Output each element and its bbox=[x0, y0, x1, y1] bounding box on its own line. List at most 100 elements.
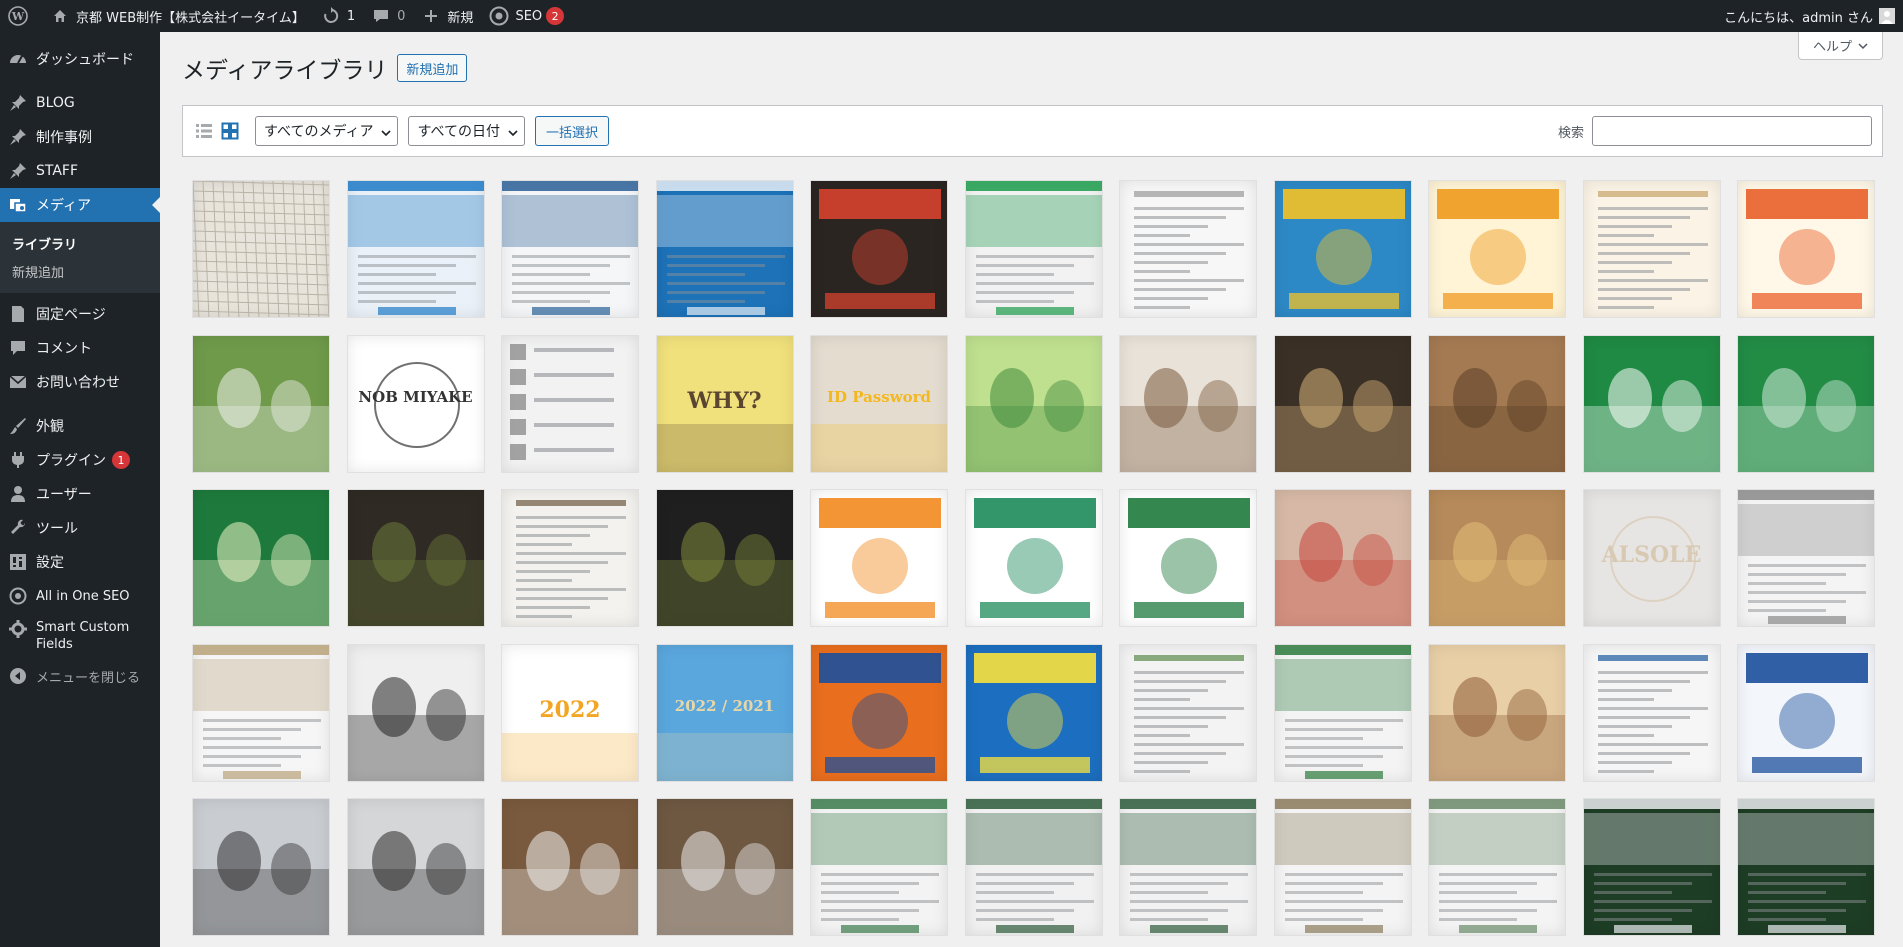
sidebar-item-smart-custom-fields[interactable]: Smart Custom Fields bbox=[0, 613, 160, 659]
media-item[interactable] bbox=[1119, 798, 1257, 936]
media-item[interactable] bbox=[501, 334, 639, 473]
media-item[interactable] bbox=[810, 180, 948, 318]
media-item[interactable] bbox=[1582, 798, 1721, 936]
media-type-filter[interactable]: すべてのメディア bbox=[255, 116, 399, 146]
media-item[interactable]: NOB MIYAKE bbox=[346, 334, 485, 473]
media-item[interactable] bbox=[964, 334, 1103, 473]
media-item[interactable]: ALSOLE bbox=[1582, 489, 1721, 627]
submenu-item-add-new[interactable]: 新規追加 bbox=[0, 257, 160, 285]
media-item[interactable] bbox=[192, 798, 330, 936]
media-thumbnail bbox=[811, 799, 947, 933]
media-item[interactable] bbox=[346, 180, 485, 318]
sidebar-item-pages[interactable]: 固定ページ bbox=[0, 297, 160, 331]
sidebar-item-staff[interactable]: STAFF bbox=[0, 154, 160, 188]
plugins-update-badge: 1 bbox=[112, 451, 130, 469]
collapse-menu-button[interactable]: メニューを閉じる bbox=[0, 659, 160, 693]
media-item[interactable] bbox=[1273, 334, 1412, 473]
seo-menu-link[interactable]: SEO 2 bbox=[481, 0, 572, 32]
media-item[interactable] bbox=[810, 798, 948, 936]
media-item[interactable] bbox=[192, 489, 330, 627]
avatar[interactable] bbox=[1879, 8, 1895, 24]
media-item[interactable] bbox=[964, 643, 1103, 782]
media-item[interactable] bbox=[346, 489, 485, 627]
media-item[interactable] bbox=[1737, 798, 1875, 936]
media-item[interactable] bbox=[346, 798, 485, 936]
help-label: ヘルプ bbox=[1812, 40, 1852, 55]
media-item[interactable] bbox=[1273, 643, 1412, 782]
sidebar-item-label: 設定 bbox=[36, 555, 64, 571]
media-toolbar: すべてのメディア すべての日付 一括選択 検索 bbox=[182, 105, 1883, 157]
media-item[interactable] bbox=[1428, 334, 1566, 473]
media-item[interactable] bbox=[810, 643, 948, 782]
media-item[interactable] bbox=[1428, 643, 1566, 782]
media-item[interactable] bbox=[192, 643, 330, 782]
media-thumbnail bbox=[1429, 676, 1565, 781]
media-item[interactable] bbox=[1737, 643, 1875, 782]
media-thumbnail-text: ID Password bbox=[826, 387, 932, 406]
sidebar-item-dashboard[interactable]: ダッシュボード bbox=[0, 42, 160, 76]
media-item[interactable] bbox=[501, 489, 639, 627]
media-item[interactable] bbox=[1582, 334, 1721, 473]
media-item[interactable] bbox=[501, 180, 639, 318]
media-item[interactable] bbox=[1119, 180, 1257, 318]
media-item[interactable] bbox=[501, 798, 639, 936]
help-button[interactable]: ヘルプ bbox=[1797, 32, 1883, 60]
media-item[interactable] bbox=[1273, 489, 1412, 627]
media-item[interactable] bbox=[1737, 489, 1875, 627]
media-item[interactable] bbox=[192, 180, 330, 318]
media-item[interactable] bbox=[1119, 643, 1257, 782]
media-item[interactable] bbox=[1119, 489, 1257, 627]
media-thumbnail bbox=[347, 181, 484, 315]
media-item[interactable]: WHY? bbox=[655, 334, 794, 473]
media-item[interactable] bbox=[810, 489, 948, 627]
media-item[interactable] bbox=[964, 180, 1103, 318]
media-thumbnail bbox=[1274, 644, 1411, 779]
my-account-link[interactable]: こんにちは、admin さん bbox=[1716, 0, 1873, 32]
media-item[interactable] bbox=[1428, 798, 1566, 936]
bulk-select-button[interactable]: 一括選択 bbox=[534, 116, 609, 146]
comments-link[interactable]: 0 bbox=[363, 0, 413, 32]
media-thumbnail bbox=[347, 676, 484, 781]
media-item[interactable] bbox=[964, 798, 1103, 936]
sidebar-item-tools[interactable]: ツール bbox=[0, 511, 160, 545]
date-filter[interactable]: すべての日付 bbox=[408, 116, 525, 146]
sidebar-item-contact[interactable]: お問い合わせ bbox=[0, 365, 160, 399]
new-content-link[interactable]: 新規 bbox=[413, 0, 481, 32]
media-item[interactable] bbox=[192, 334, 330, 473]
list-view-icon[interactable] bbox=[193, 120, 215, 142]
media-item[interactable] bbox=[1273, 180, 1412, 318]
sidebar-item-works[interactable]: 制作事例 bbox=[0, 120, 160, 154]
grid-view-icon[interactable] bbox=[219, 120, 241, 142]
media-item[interactable] bbox=[655, 180, 794, 318]
media-item[interactable] bbox=[1428, 489, 1566, 627]
sidebar-item-settings[interactable]: 設定 bbox=[0, 545, 160, 579]
media-item[interactable]: 2022 / 2021 bbox=[655, 643, 794, 782]
sidebar-item-all-in-one-seo[interactable]: All in One SEO bbox=[0, 579, 160, 613]
media-item[interactable] bbox=[1737, 180, 1875, 318]
sidebar-item-appearance[interactable]: 外観 bbox=[0, 409, 160, 443]
search-input[interactable] bbox=[1592, 116, 1872, 146]
sidebar-item-users[interactable]: ユーザー bbox=[0, 477, 160, 511]
sidebar-item-media[interactable]: メディア bbox=[0, 188, 160, 222]
media-item[interactable] bbox=[1428, 180, 1566, 318]
media-item[interactable] bbox=[1582, 180, 1721, 318]
media-item[interactable] bbox=[1737, 334, 1875, 473]
media-item[interactable] bbox=[655, 798, 794, 936]
media-item[interactable] bbox=[1119, 334, 1257, 473]
site-name-link[interactable]: 京都 WEB制作【株式会社イータイム】 bbox=[42, 0, 313, 32]
media-item[interactable]: ID Password bbox=[810, 334, 948, 473]
media-item[interactable] bbox=[346, 643, 485, 782]
plugin-icon bbox=[8, 450, 28, 470]
media-item[interactable] bbox=[964, 489, 1103, 627]
wordpress-logo[interactable]: W bbox=[0, 0, 42, 32]
media-item[interactable] bbox=[655, 489, 794, 627]
media-item[interactable]: 2022 bbox=[501, 643, 639, 782]
sidebar-item-comments[interactable]: コメント bbox=[0, 331, 160, 365]
media-item[interactable] bbox=[1273, 798, 1412, 936]
sidebar-item-plugins[interactable]: プラグイン 1 bbox=[0, 443, 160, 477]
add-new-button[interactable]: 新規追加 bbox=[397, 54, 468, 82]
media-item[interactable] bbox=[1582, 643, 1721, 782]
updates-link[interactable]: 1 bbox=[313, 0, 363, 32]
submenu-item-library[interactable]: ライブラリ bbox=[0, 229, 160, 257]
sidebar-item-blog[interactable]: BLOG bbox=[0, 86, 160, 120]
